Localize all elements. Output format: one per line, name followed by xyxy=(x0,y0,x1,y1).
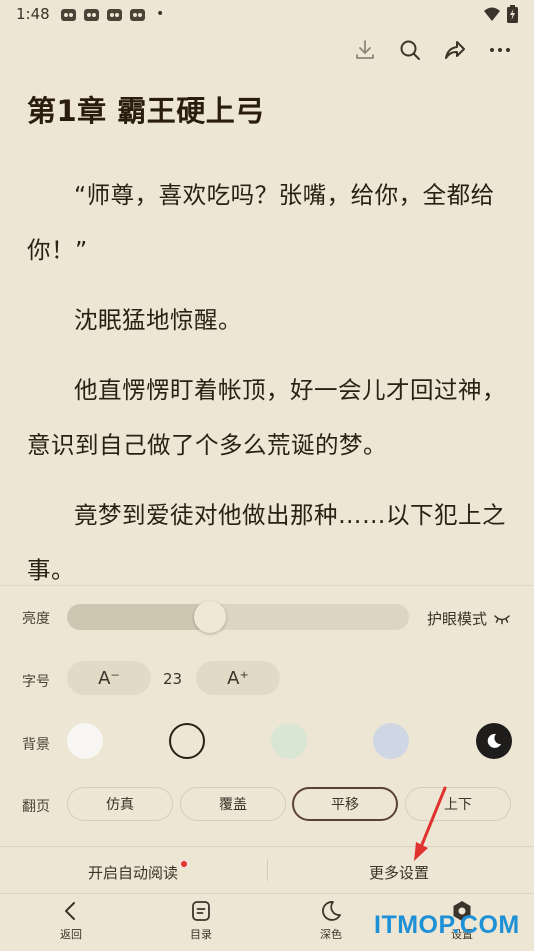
nav-toc[interactable]: 目录 xyxy=(171,899,231,942)
annotation-arrow-icon xyxy=(414,786,447,861)
auto-read-button[interactable]: 开启自动阅读 xyxy=(88,862,178,883)
nav-back[interactable]: 返回 xyxy=(41,899,101,942)
more-options-icon[interactable] xyxy=(488,38,512,62)
background-swatch-green[interactable] xyxy=(271,723,307,759)
background-swatch-dark[interactable] xyxy=(476,723,512,759)
notification-icons: • xyxy=(60,6,164,22)
font-decrease-button[interactable]: A⁻ xyxy=(67,661,151,695)
table-of-contents-icon xyxy=(192,901,210,921)
brightness-label: 亮度 xyxy=(22,611,50,627)
more-notifications-dot: • xyxy=(156,6,165,22)
app-notification-icon xyxy=(84,8,99,21)
divider xyxy=(267,859,268,881)
background-swatch-white[interactable] xyxy=(67,723,103,759)
page-turn-simulation[interactable]: 仿真 xyxy=(67,787,173,821)
nav-dark-mode[interactable]: 深色 xyxy=(301,899,361,942)
status-time: 1:48 xyxy=(16,5,50,23)
new-badge-dot xyxy=(181,861,187,867)
brightness-slider-fill xyxy=(67,604,211,630)
nav-toc-label: 目录 xyxy=(190,928,212,941)
page-turn-slide[interactable]: 平移 xyxy=(292,787,398,821)
paragraph: “师尊，喜欢吃吗？张嘴，给你，全都给你！” xyxy=(27,181,495,264)
brightness-slider-thumb[interactable] xyxy=(194,601,227,633)
font-size-value: 23 xyxy=(163,670,183,688)
app-notification-icon xyxy=(107,8,122,21)
chapter-title: 第1章 霸王硬上弓 xyxy=(27,94,265,128)
watermark: ITMOP.COM xyxy=(374,911,520,939)
moon-icon xyxy=(487,733,501,748)
battery-charging-icon xyxy=(507,5,518,23)
nav-back-label: 返回 xyxy=(60,928,82,941)
status-bar: 1:48 • xyxy=(0,0,534,28)
more-settings-button[interactable]: 更多设置 xyxy=(369,862,429,883)
search-icon[interactable] xyxy=(398,38,422,62)
system-icons xyxy=(483,5,518,23)
eye-protection-label: 护眼模式 xyxy=(427,610,488,628)
paragraph: 他直愣愣盯着帐顶，好一会儿才回过神，意识到自己做了个多么荒诞的梦。 xyxy=(27,376,506,459)
wifi-icon xyxy=(484,7,500,21)
paragraph: 沈眠猛地惊醒。 xyxy=(74,306,242,334)
chapter-content: “师尊，喜欢吃吗？张嘴，给你，全都给你！” 沈眠猛地惊醒。 他直愣愣盯着帐顶，好… xyxy=(27,168,511,588)
bottom-options-bar: 开启自动阅读 更多设置 xyxy=(0,846,534,894)
background-swatch-parchment[interactable] xyxy=(169,723,205,759)
back-icon xyxy=(65,902,75,920)
app-notification-icon xyxy=(61,8,76,21)
background-label: 背景 xyxy=(22,737,50,753)
share-icon[interactable] xyxy=(443,38,467,62)
font-increase-button[interactable]: A⁺ xyxy=(196,661,280,695)
page-turn-cover[interactable]: 覆盖 xyxy=(180,787,286,821)
nav-dark-label: 深色 xyxy=(320,928,342,941)
moon-icon xyxy=(322,901,341,921)
paragraph: 竟梦到爱徒对他做出那种……以下犯上之事。 xyxy=(27,501,506,584)
eye-closed-icon xyxy=(494,614,510,624)
reader-toolbar xyxy=(353,38,512,62)
app-notification-icon xyxy=(130,8,145,21)
font-size-label: 字号 xyxy=(22,674,50,690)
page-turn-label: 翻页 xyxy=(22,799,50,815)
brightness-slider[interactable] xyxy=(67,601,409,633)
download-icon[interactable] xyxy=(353,38,377,62)
eye-protection-toggle[interactable]: 护眼模式 xyxy=(427,608,511,629)
background-swatch-blue[interactable] xyxy=(373,723,409,759)
